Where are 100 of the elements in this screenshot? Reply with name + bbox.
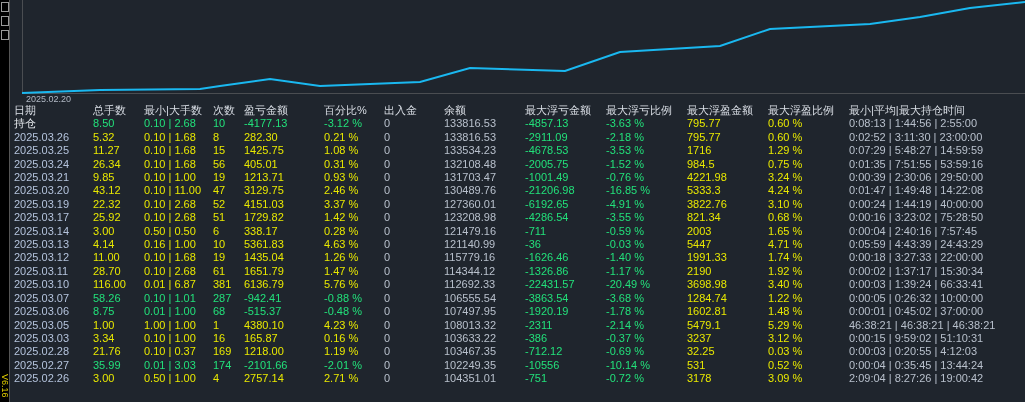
table-cell-text: -1920.19 bbox=[525, 305, 570, 319]
table-cell-text: 0 bbox=[384, 171, 392, 185]
table-cell-text: 0:02:52 | 3:11:30 | 23:00:00 bbox=[849, 130, 984, 145]
table-cell-text: 0:00:03 | 1:39:24 | 66:33:41 bbox=[849, 278, 985, 292]
table-cell-text: 0.16 % bbox=[324, 331, 360, 346]
table-cell-text: -1626.46 bbox=[525, 251, 570, 265]
table-cell-text: 0 bbox=[384, 117, 392, 131]
table-cell-text: 3.09 % bbox=[768, 372, 804, 386]
table-cell-text: 0.16 | 1.00 bbox=[144, 238, 197, 252]
table-cell-text: 2025.03.07 bbox=[14, 291, 71, 306]
table-cell-text: 104351.01 bbox=[444, 372, 497, 386]
table-cell-text: 0.60 % bbox=[768, 130, 804, 145]
table-cell-text: 46:38:21 | 46:38:21 | 46:38:21 bbox=[849, 318, 997, 332]
table-cell-text: -3.53 % bbox=[606, 144, 645, 158]
table-cell-text: -20.49 % bbox=[606, 278, 652, 292]
table-cell-text: 0.10 | 2.68 bbox=[144, 264, 197, 279]
table-cell-text: 0:05:59 | 4:43:39 | 24:43:29 bbox=[849, 238, 985, 252]
table-cell-text: 130489.76 bbox=[444, 184, 497, 198]
table-cell-text: 0.10 | 2.68 bbox=[144, 211, 197, 225]
table-cell-text: 2025.03.13 bbox=[14, 238, 71, 252]
table-cell-text: 1.19 % bbox=[324, 345, 360, 359]
table-cell-text: -16.85 % bbox=[606, 184, 652, 198]
column-header: 最大浮盈比例 bbox=[768, 104, 835, 118]
table-cell-text: 821.34 bbox=[687, 211, 722, 225]
table-cell-text: 25.92 bbox=[93, 211, 122, 225]
table-cell-text: -1001.49 bbox=[525, 171, 570, 185]
table-cell-text: -751 bbox=[525, 372, 549, 386]
table-cell-text: 0.28 % bbox=[324, 224, 360, 239]
table-cell-text: 0:00:16 | 3:23:02 | 75:28:50 bbox=[849, 211, 985, 225]
table-cell-text: 0:00:05 | 0:26:32 | 10:00:00 bbox=[849, 291, 985, 306]
table-cell-text: -22431.57 bbox=[525, 278, 576, 292]
table-cell-text: 1.48 % bbox=[768, 305, 804, 319]
table-cell-text: 0.10 | 2.68 bbox=[144, 197, 197, 212]
table-cell-text: 112692.33 bbox=[444, 278, 497, 292]
table-cell-text: 2025.03.14 bbox=[14, 224, 71, 239]
table-cell-text: 4.24 % bbox=[768, 184, 804, 198]
column-header: 次数 bbox=[213, 104, 236, 118]
table-cell-text: -0.88 % bbox=[324, 291, 363, 306]
table-cell-text: 338.17 bbox=[244, 224, 279, 239]
table-cell-text: 0.01 | 3.03 bbox=[144, 358, 197, 373]
table-cell-text: 28.70 bbox=[93, 264, 122, 279]
table-cell-text: 2025.03.17 bbox=[14, 211, 71, 225]
table-cell-text: -712.12 bbox=[525, 345, 564, 359]
table-cell-text: -0.72 % bbox=[606, 372, 645, 386]
table-cell-text: 1.22 % bbox=[768, 291, 804, 306]
table-cell-text: 3.37 % bbox=[324, 197, 360, 212]
table-cell-text: 4 bbox=[213, 372, 221, 386]
table-cell-text: 1991.33 bbox=[687, 251, 728, 265]
table-cell-text: 0 bbox=[384, 358, 392, 373]
table-cell-text: 8 bbox=[213, 130, 221, 145]
table-cell-text: 2025.03.11 bbox=[14, 264, 70, 279]
table-cell-text: 19 bbox=[213, 251, 227, 265]
table-cell-text: 5.76 % bbox=[324, 278, 360, 292]
table-cell-text: 10 bbox=[213, 238, 227, 252]
table-cell-text: 0.50 | 1.00 bbox=[144, 372, 197, 386]
table-cell-text: 2025.03.25 bbox=[14, 144, 71, 158]
table-cell-text: 0:00:01 | 0:45:02 | 37:00:00 bbox=[849, 305, 985, 319]
table-cell-text: 2025.02.26 bbox=[14, 372, 71, 386]
table-cell-text: 0.10 | 1.01 bbox=[144, 291, 197, 306]
table-cell-text: 123208.98 bbox=[444, 211, 497, 225]
table-cell-text: 984.5 bbox=[687, 157, 716, 172]
table-cell-text: 5447 bbox=[687, 238, 713, 252]
table-cell-text: 0.10 | 1.00 bbox=[144, 331, 197, 346]
table-cell-text: -36 bbox=[525, 238, 542, 252]
table-cell-text: 1.74 % bbox=[768, 251, 804, 265]
table-cell-text: -4678.53 bbox=[525, 144, 570, 158]
table-cell-text: 0.50 | 0.50 bbox=[144, 224, 197, 239]
table-cell-text: 0 bbox=[384, 264, 392, 279]
table-cell-text: 0:00:04 | 0:35:45 | 13:44:24 bbox=[849, 358, 985, 373]
table-cell-text: 1.08 % bbox=[324, 144, 360, 158]
table-cell-text: 2:09:04 | 8:27:26 | 19:00:42 bbox=[849, 372, 985, 386]
table-cell-text: 0.10 | 0.37 bbox=[144, 345, 197, 359]
table-cell-text: 2025.03.20 bbox=[14, 184, 71, 198]
table-cell-text: 0.60 % bbox=[768, 117, 804, 131]
table-cell-text: 3.24 % bbox=[768, 171, 804, 185]
table-cell-text: 531 bbox=[687, 358, 707, 373]
table-cell-text: 0.10 | 1.68 bbox=[144, 130, 197, 145]
table-cell-text: 3698.98 bbox=[687, 278, 728, 292]
table-cell-text: 2025.03.06 bbox=[14, 305, 71, 319]
table-cell-text: 持仓 bbox=[14, 117, 37, 131]
table-cell-text: 3.10 % bbox=[768, 197, 804, 212]
table-cell-text: 8.75 bbox=[93, 305, 116, 319]
table-cell-text: 0:01:47 | 1:49:48 | 14:22:08 bbox=[849, 184, 985, 198]
table-cell-text: 0 bbox=[384, 372, 392, 386]
table-cell-text: 2025.03.05 bbox=[14, 318, 71, 332]
table-cell-text: 116.00 bbox=[93, 278, 127, 292]
table-cell-text: 6 bbox=[213, 224, 221, 239]
table-cell-text: 2.46 % bbox=[324, 184, 360, 198]
table-cell-text: 52 bbox=[213, 197, 227, 212]
table-cell-text: 1.00 bbox=[93, 318, 116, 332]
table-cell-text: 165.87 bbox=[244, 331, 279, 346]
column-header: 盈亏金额 bbox=[244, 104, 289, 118]
version-label: V6.16 bbox=[0, 374, 9, 398]
table-cell-text: -2005.75 bbox=[525, 157, 570, 172]
table-cell-text: 0.10 | 1.68 bbox=[144, 251, 197, 265]
table-cell-text: 3178 bbox=[687, 372, 713, 386]
table-cell-text: -515.37 bbox=[244, 305, 283, 319]
table-cell-text: 0 bbox=[384, 224, 392, 239]
table-cell-text: -0.76 % bbox=[606, 171, 645, 185]
table-cell-text: 107497.95 bbox=[444, 305, 497, 319]
